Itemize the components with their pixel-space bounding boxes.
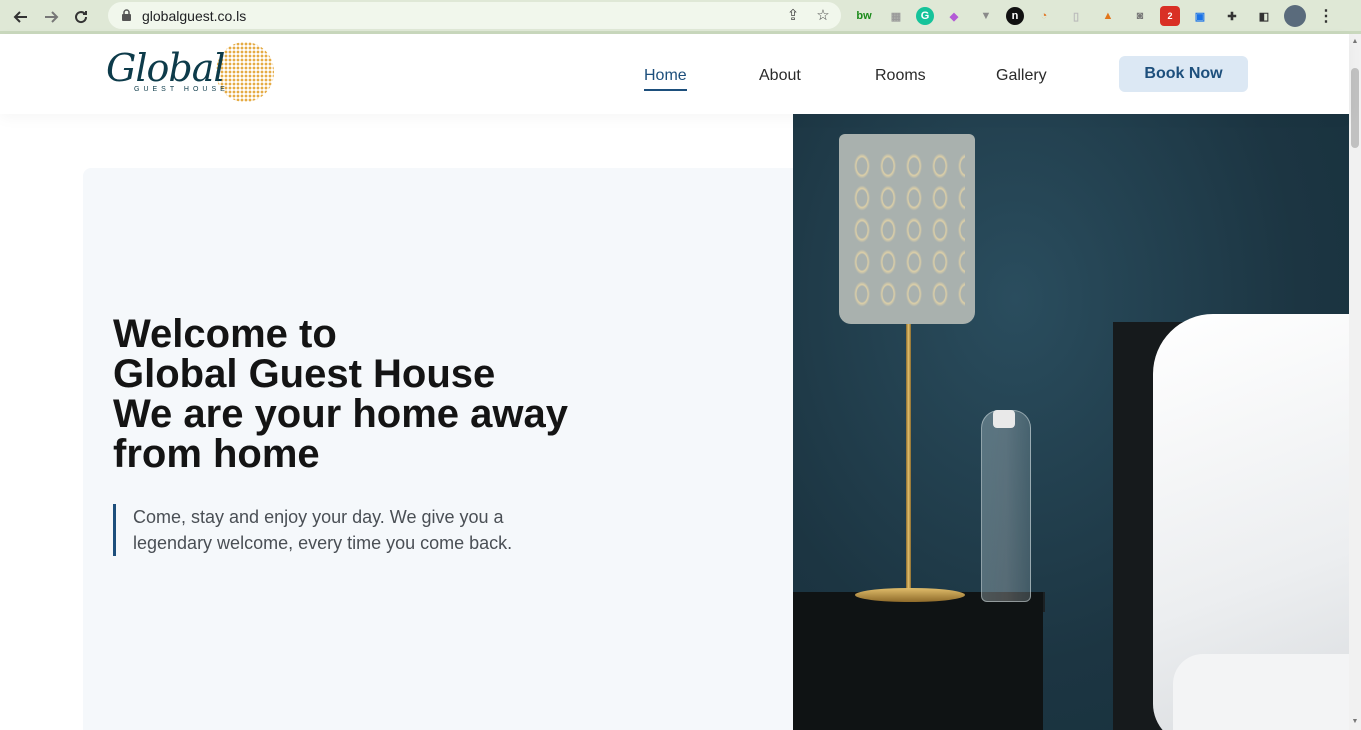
address-bar[interactable]: globalguest.co.ls ⇪ ☆ (108, 2, 841, 29)
browser-toolbar: globalguest.co.ls ⇪ ☆ bw ▦ G ◆ ▼ n ◔ ▯ ▲… (0, 0, 1361, 34)
reload-button[interactable] (66, 2, 96, 32)
arrow-left-icon (13, 11, 27, 23)
site-header: Global GUEST HOUSE Home About Rooms Gall… (0, 34, 1349, 114)
back-button[interactable] (6, 2, 36, 32)
kebab-menu-icon[interactable]: ⋮ (1314, 4, 1338, 28)
scroll-down-icon[interactable]: ▼ (1351, 718, 1359, 726)
photo-shade-pattern (849, 150, 965, 310)
arrow-right-icon (45, 11, 59, 23)
photo-nightstand (793, 592, 1043, 730)
extension-metamask-icon[interactable]: ▲ (1096, 4, 1120, 28)
nav-gallery[interactable]: Gallery (996, 67, 1047, 85)
page-scrollbar[interactable]: ▲ ▼ (1349, 34, 1361, 730)
extension-drop-icon[interactable]: ◆ (942, 4, 966, 28)
extension-badge-count: 2 (1167, 11, 1173, 21)
url-text: globalguest.co.ls (142, 7, 247, 24)
extension-v-icon[interactable]: ▼ (974, 4, 998, 28)
extension-notion-icon[interactable]: n (1006, 7, 1024, 25)
hero-title-line: Welcome to (113, 312, 337, 356)
scroll-thumb[interactable] (1351, 68, 1359, 148)
extension-bw-icon[interactable]: bw (852, 4, 876, 28)
side-panel-icon[interactable]: ◧ (1252, 4, 1276, 28)
hero-title-line: from home (113, 432, 320, 476)
extension-screen-icon[interactable]: ▣ (1188, 4, 1212, 28)
photo-lamp-base (855, 588, 965, 602)
logo-text: Global (106, 46, 226, 90)
forward-button[interactable] (36, 2, 66, 32)
hero-title: Welcome to Global Guest House We are you… (113, 314, 713, 474)
extension-grammarly-icon[interactable]: G (916, 7, 934, 25)
logo-subtext: GUEST HOUSE (134, 86, 229, 93)
hero-quote: Come, stay and enjoy your day. We give y… (113, 504, 553, 556)
extensions-bar: bw ▦ G ◆ ▼ n ◔ ▯ ▲ ◙ 2 ▣ ✚ ◧ ⋮ (852, 4, 1338, 28)
site-logo[interactable]: Global GUEST HOUSE (104, 40, 274, 104)
extension-badge-icon[interactable]: 2 (1160, 6, 1180, 26)
extension-grid-icon[interactable]: ▦ (884, 4, 908, 28)
share-icon[interactable]: ⇪ (783, 5, 803, 25)
photo-lamp-pole (906, 319, 911, 599)
bookmark-star-icon[interactable]: ☆ (813, 5, 833, 25)
photo-bottle-cap (993, 410, 1015, 428)
nav-home[interactable]: Home (644, 67, 687, 91)
extension-phone-icon[interactable]: ▯ (1064, 4, 1088, 28)
extension-camera-icon[interactable]: ◙ (1128, 4, 1152, 28)
nav-about[interactable]: About (759, 67, 801, 85)
nav-rooms[interactable]: Rooms (875, 67, 926, 85)
scroll-up-icon[interactable]: ▲ (1351, 38, 1359, 46)
profile-avatar[interactable] (1284, 5, 1306, 27)
book-now-button[interactable]: Book Now (1119, 56, 1248, 92)
photo-bottle (981, 410, 1031, 602)
lock-icon (120, 9, 132, 23)
hero-photo (793, 114, 1349, 730)
logo-sun-icon (216, 42, 274, 102)
extension-color-icon[interactable]: ◔ (1032, 4, 1056, 28)
reload-icon (75, 11, 88, 24)
extensions-puzzle-icon[interactable]: ✚ (1220, 4, 1244, 28)
hero-title-line: Global Guest House (113, 352, 496, 396)
hero-title-line: We are your home away (113, 392, 568, 436)
photo-sheet (1173, 654, 1349, 730)
